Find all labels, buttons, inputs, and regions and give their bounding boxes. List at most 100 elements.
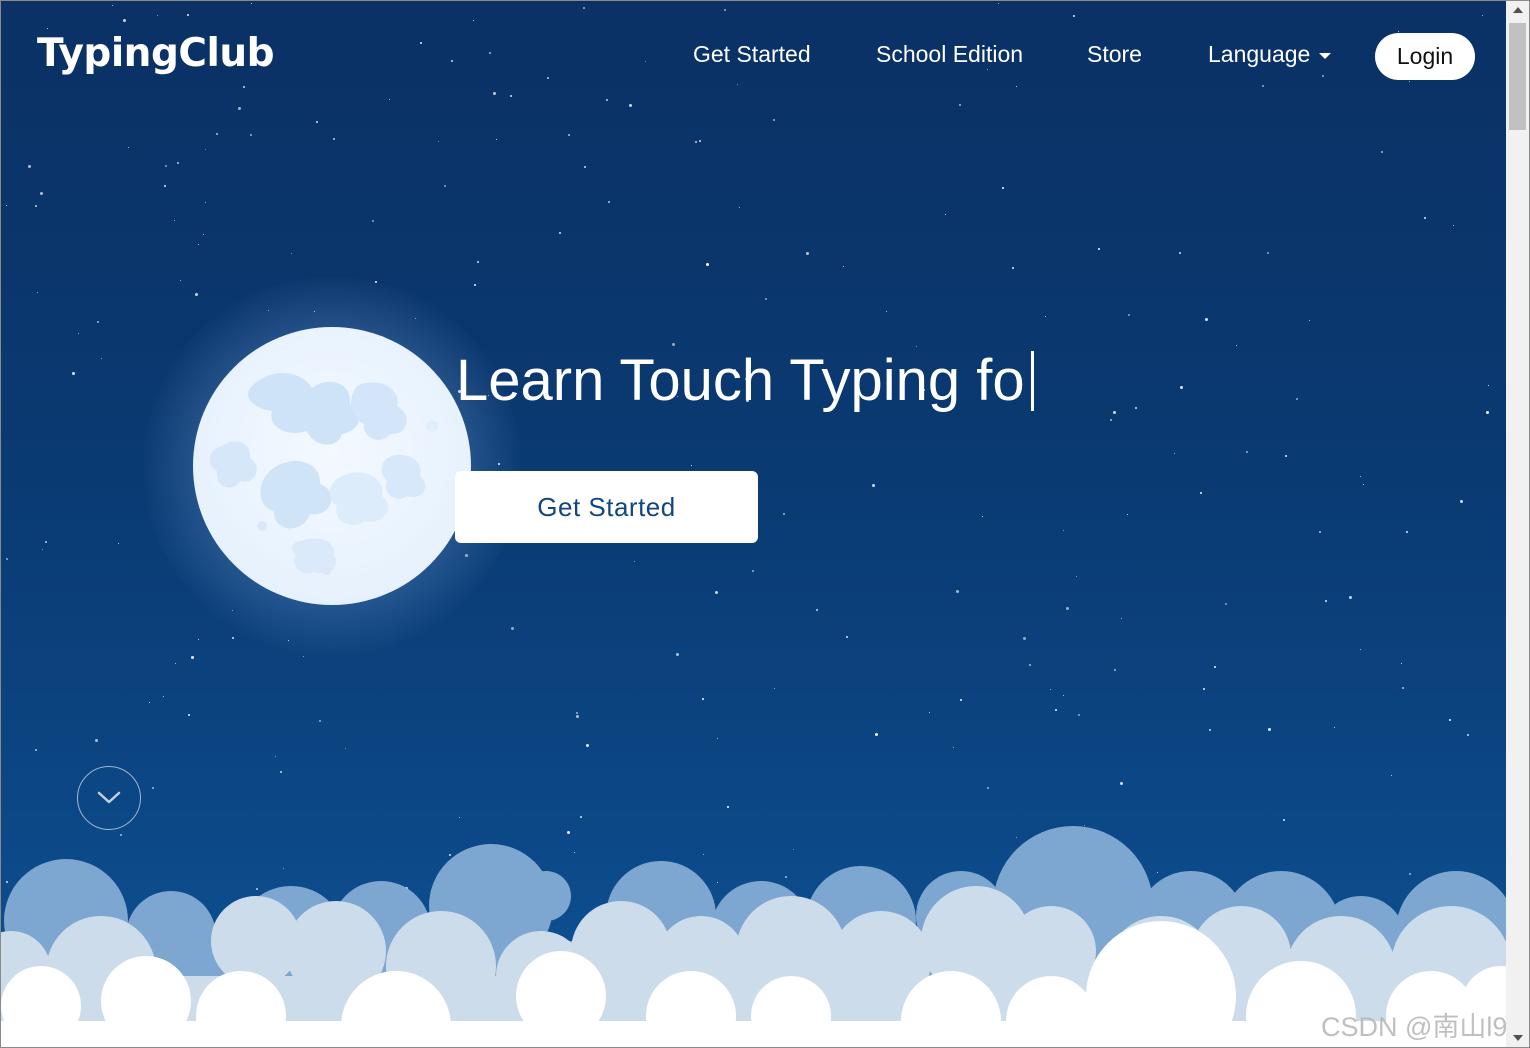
star [316, 121, 318, 123]
star [1225, 603, 1227, 605]
nav-get-started-link[interactable]: Get Started [693, 41, 811, 68]
star [1023, 637, 1026, 640]
star [35, 749, 37, 751]
star [45, 541, 47, 543]
star [118, 543, 120, 545]
star [1246, 451, 1248, 453]
star [1460, 500, 1463, 503]
star [886, 311, 888, 313]
star [1309, 320, 1311, 322]
star [584, 166, 586, 168]
star [6, 205, 8, 207]
star [568, 134, 570, 136]
star [634, 561, 636, 563]
scroll-up-arrow-icon[interactable] [1513, 7, 1523, 13]
hero-heading: Learn Touch Typing fo [456, 347, 1034, 414]
star [1453, 225, 1455, 227]
star [95, 739, 98, 742]
star [987, 787, 989, 789]
moon-illustration [193, 327, 471, 605]
star [1406, 531, 1408, 533]
star [998, 3, 1000, 5]
star [511, 627, 514, 630]
star [187, 14, 189, 16]
star [765, 298, 767, 300]
star [28, 165, 31, 168]
star [1120, 782, 1123, 785]
nav-school-edition-link[interactable]: School Edition [876, 41, 1023, 68]
typingclub-logo[interactable]: TypingClub [37, 31, 275, 76]
star [1285, 455, 1287, 457]
star [1214, 666, 1216, 668]
star [473, 20, 475, 22]
star [953, 747, 955, 749]
star [232, 637, 234, 639]
clouds-illustration [1, 826, 1506, 1047]
star [1322, 75, 1324, 77]
star [1200, 492, 1202, 494]
star [1029, 664, 1031, 666]
star [1296, 398, 1298, 400]
star [291, 253, 293, 255]
star [101, 358, 103, 360]
star [474, 284, 476, 286]
star [606, 99, 608, 101]
star [1262, 85, 1264, 87]
star [477, 261, 479, 263]
star [1098, 248, 1100, 250]
star [1205, 318, 1208, 321]
star [243, 86, 245, 88]
star [451, 60, 453, 62]
star [1482, 15, 1484, 17]
star [280, 771, 282, 773]
get-started-cta-button[interactable]: Get Started [455, 471, 758, 543]
star [205, 149, 207, 151]
star [1180, 386, 1183, 389]
star [1203, 688, 1205, 690]
star [1012, 267, 1014, 269]
star [157, 15, 159, 17]
scroll-down-arrow-icon[interactable] [1513, 1035, 1523, 1041]
star [1050, 689, 1052, 691]
star [586, 744, 589, 747]
star [1268, 728, 1271, 731]
star [1381, 151, 1383, 153]
star [303, 656, 305, 658]
star [945, 214, 947, 216]
star [1110, 419, 1112, 421]
star [188, 714, 190, 716]
star [123, 19, 126, 22]
star [1391, 775, 1393, 777]
star [1409, 81, 1411, 83]
star [1360, 476, 1362, 478]
nav-language-dropdown[interactable]: Language [1208, 41, 1332, 68]
star [205, 202, 207, 204]
star [1319, 531, 1321, 533]
star [275, 756, 277, 758]
star [6, 558, 8, 560]
star [165, 165, 167, 167]
star [645, 61, 647, 63]
scrollbar-thumb[interactable] [1509, 23, 1526, 130]
star [1016, 86, 1018, 88]
star [195, 293, 198, 296]
star [1078, 714, 1080, 716]
star [333, 138, 335, 140]
star [198, 639, 200, 641]
star [1402, 687, 1404, 689]
star [1113, 411, 1116, 414]
nav-store-link[interactable]: Store [1087, 41, 1142, 68]
login-button[interactable]: Login [1375, 33, 1475, 80]
star [1209, 729, 1211, 731]
star [1363, 484, 1365, 486]
star [250, 134, 252, 136]
star [1349, 596, 1352, 599]
star [1114, 669, 1116, 671]
star [1360, 649, 1362, 651]
star [752, 570, 754, 572]
star [706, 263, 709, 266]
star [1002, 187, 1004, 189]
star [177, 162, 179, 164]
vertical-scrollbar[interactable] [1506, 1, 1529, 1047]
star [163, 696, 165, 698]
